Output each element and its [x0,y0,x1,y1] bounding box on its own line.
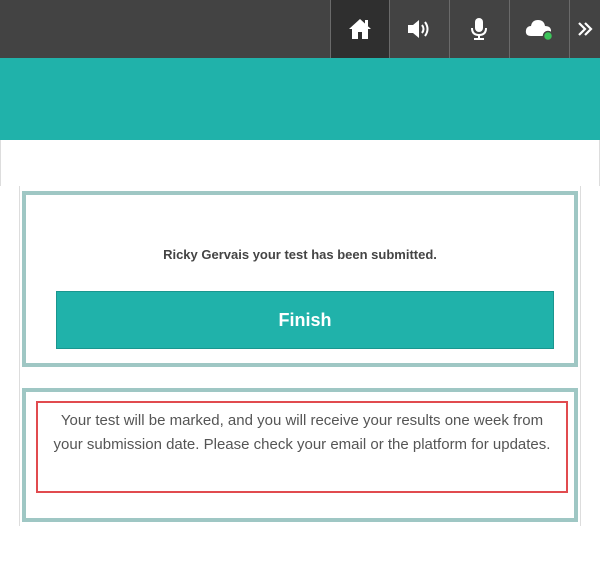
microphone-icon [470,17,488,41]
page: Ricky Gervais your test has been submitt… [0,0,600,562]
info-card: Your test will be marked, and you will r… [22,388,578,522]
expand-toolbar-button[interactable] [569,0,600,58]
volume-icon [406,18,432,40]
volume-button[interactable] [389,0,448,58]
home-icon [348,18,372,40]
header-spacer [0,140,600,186]
submission-message: Ricky Gervais your test has been submitt… [163,247,437,262]
finish-button[interactable]: Finish [56,291,554,349]
header-banner [0,58,600,140]
microphone-button[interactable] [449,0,508,58]
status-dot-icon [542,30,554,41]
home-button[interactable] [330,0,389,58]
results-notice: Your test will be marked, and you will r… [36,401,568,493]
top-toolbar [0,0,600,58]
submission-card: Ricky Gervais your test has been submitt… [22,191,578,367]
double-chevron-right-icon [577,21,593,37]
cloud-sync-button[interactable] [509,0,568,58]
cloud-icon [524,17,554,41]
